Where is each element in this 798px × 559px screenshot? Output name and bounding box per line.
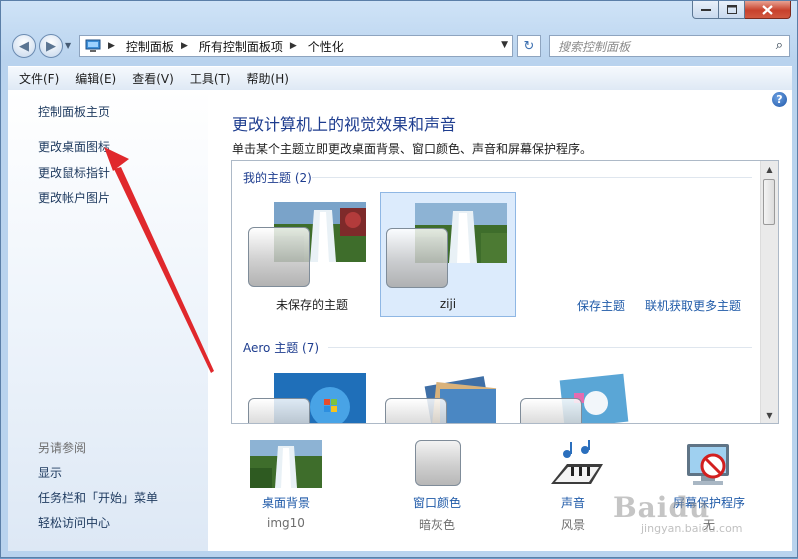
baidu-watermark: Baidu: [613, 491, 711, 524]
baidu-watermark-url: jingyan.baidu.com: [641, 522, 743, 535]
annotation-arrow: [104, 147, 214, 373]
control-panel-window: ◀ ▶ ▼ ▶ 控制面板 ▶ 所有控制面板项 ▶ 个性化 ▼ ↻ ⌕ 文件(F)…: [0, 0, 798, 558]
